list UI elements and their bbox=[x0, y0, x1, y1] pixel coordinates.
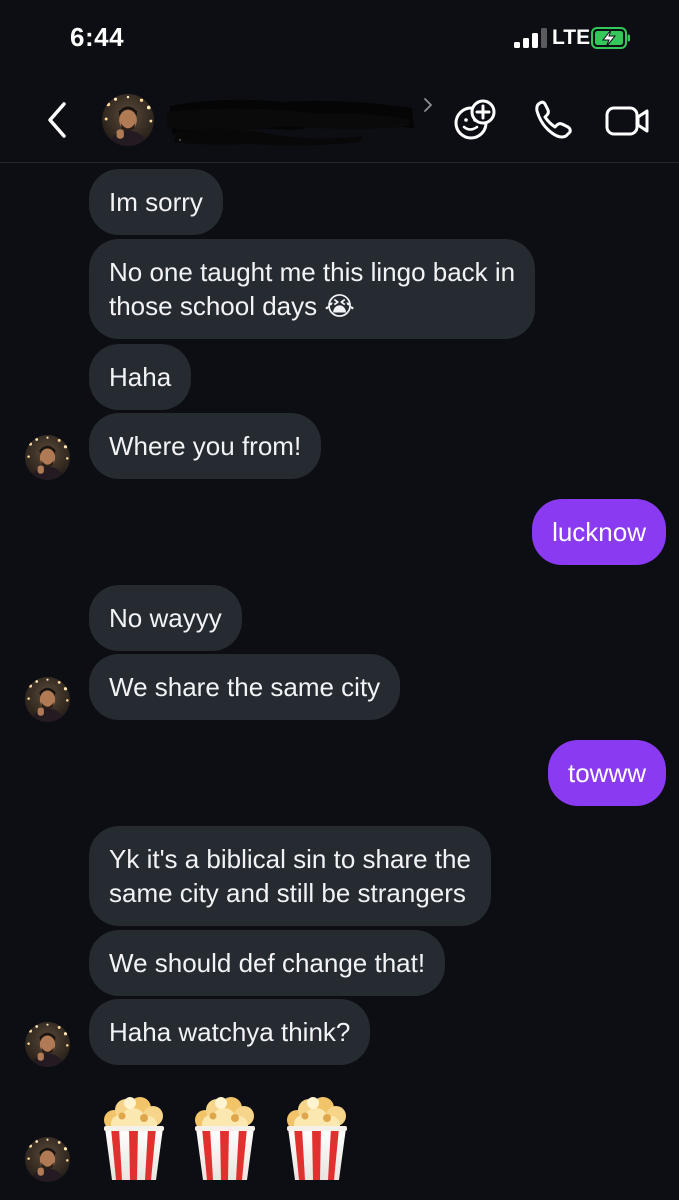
incoming-message[interactable]: Haha watchya think? bbox=[89, 999, 371, 1065]
incoming-message[interactable]: Im sorry bbox=[89, 169, 223, 235]
incoming-message[interactable]: We share the same city bbox=[89, 654, 401, 720]
outgoing-message[interactable]: lucknow bbox=[532, 499, 666, 565]
sender-avatar[interactable] bbox=[25, 1022, 70, 1067]
chevron-left-icon[interactable] bbox=[42, 98, 72, 142]
clock: 6:44 bbox=[70, 22, 125, 52]
smiley-plus-icon[interactable] bbox=[452, 98, 498, 142]
sender-avatar[interactable] bbox=[25, 1137, 70, 1182]
network-type: LTE bbox=[552, 26, 591, 49]
popcorn-icon bbox=[100, 1094, 168, 1182]
incoming-message[interactable]: Haha bbox=[89, 344, 192, 410]
chat-screen: 6:44 LTE Im sorry No one taught me this … bbox=[0, 0, 679, 1200]
video-camera-icon[interactable] bbox=[604, 100, 650, 140]
incoming-message[interactable]: Yk it's a biblical sin to share the same… bbox=[89, 826, 491, 926]
phone-icon[interactable] bbox=[530, 98, 574, 142]
popcorn-icon bbox=[191, 1094, 259, 1182]
popcorn-icon bbox=[283, 1094, 351, 1182]
contact-name-redacted[interactable] bbox=[162, 92, 418, 148]
incoming-message[interactable]: No wayyy bbox=[89, 585, 242, 651]
incoming-message[interactable]: We should def change that! bbox=[89, 930, 446, 996]
incoming-message[interactable]: Where you from! bbox=[89, 413, 322, 479]
outgoing-message[interactable]: towww bbox=[547, 740, 666, 806]
chevron-right-icon[interactable] bbox=[421, 96, 435, 114]
sender-avatar[interactable] bbox=[25, 435, 70, 480]
cellular-signal-icon bbox=[514, 28, 548, 48]
battery-charging-icon bbox=[591, 27, 630, 49]
incoming-message[interactable]: No one taught me this lingo back in thos… bbox=[89, 239, 536, 339]
sender-avatar[interactable] bbox=[25, 677, 70, 722]
contact-avatar[interactable] bbox=[102, 94, 154, 146]
status-bar: 6:44 LTE bbox=[0, 0, 679, 78]
